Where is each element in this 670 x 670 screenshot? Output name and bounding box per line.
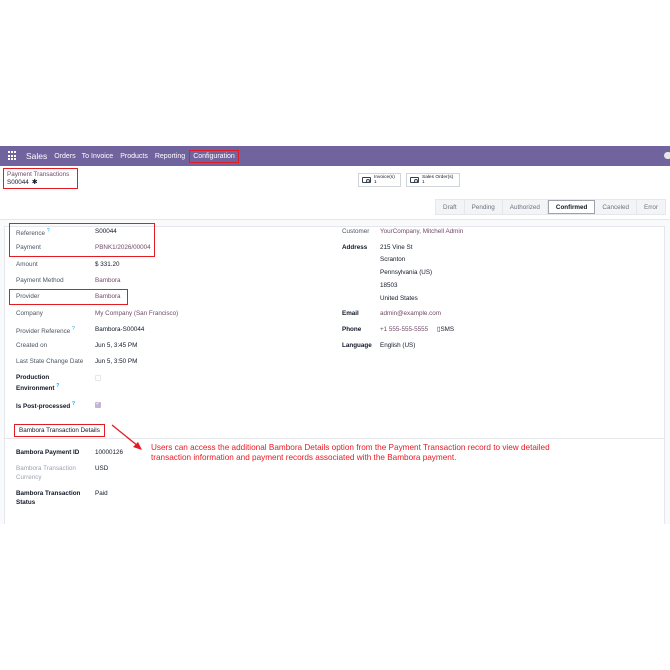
address-line-2: Scranton [380, 256, 406, 263]
invoices-count: 1 [374, 180, 377, 185]
record-name: S00044 [7, 179, 29, 186]
phone-link[interactable]: +1 555-555-5555 [380, 326, 428, 333]
language-value: English (US) [380, 342, 416, 349]
production-environment-checkbox[interactable] [95, 375, 101, 381]
bambora-payment-id-label: Bambora Payment ID [16, 449, 80, 456]
amount-label: Amount [16, 261, 38, 268]
stage-confirmed[interactable]: Confirmed [547, 200, 596, 214]
payment-method-label: Payment Method [16, 277, 64, 284]
address-label: Address [342, 244, 368, 251]
tab-bambora-transaction-details[interactable]: Bambora Transaction Details [14, 424, 105, 437]
reference-value: S00044 [95, 228, 117, 235]
provider-reference-label: Provider Reference ? [16, 326, 75, 336]
provider-label: Provider [16, 293, 40, 300]
main-navbar: Sales Orders To Invoice Products Reporti… [0, 146, 670, 166]
stage-canceled[interactable]: Canceled [595, 200, 637, 214]
company-link[interactable]: My Company (San Francisco) [95, 310, 178, 317]
amount-value: $ 331.20 [95, 261, 120, 268]
control-panel: Payment Transactions S00044 ✱ Invoice(s)… [0, 166, 670, 220]
address-line-5: United States [380, 295, 418, 302]
chat-icon[interactable] [664, 152, 670, 159]
menu-configuration[interactable]: Configuration [189, 149, 239, 163]
app-brand-sales[interactable]: Sales [26, 151, 47, 161]
bambora-currency-label: Bambora Transaction Currency [16, 465, 76, 481]
stage-draft[interactable]: Draft [436, 200, 465, 214]
help-tooltip-icon[interactable]: ? [56, 383, 59, 389]
form-sheet [4, 226, 665, 524]
is-post-processed-checkbox[interactable] [95, 400, 101, 408]
stage-authorized[interactable]: Authorized [502, 200, 548, 214]
provider-reference-value: Bambora-S00044 [95, 326, 145, 333]
email-link[interactable]: admin@example.com [380, 310, 441, 317]
invoices-smart-button[interactable]: Invoice(s) 1 [358, 173, 401, 187]
customer-label: Customer [342, 228, 370, 235]
address-line-1: 215 Vine St [380, 244, 413, 251]
provider-link[interactable]: Bambora [95, 293, 121, 300]
gear-icon[interactable]: ✱ [32, 179, 38, 186]
help-tooltip-icon[interactable]: ? [72, 326, 75, 332]
sales-orders-smart-button[interactable]: Sales Order(s) 1 [406, 173, 460, 187]
sales-orders-count: 1 [422, 180, 425, 185]
menu-products[interactable]: Products [120, 153, 148, 160]
breadcrumb: Payment Transactions S00044 ✱ [3, 168, 78, 189]
screenshot-area: Sales Orders To Invoice Products Reporti… [0, 146, 670, 524]
bambora-currency-value: USD [95, 465, 109, 472]
bambora-payment-id-value: 10000126 [95, 449, 124, 456]
address-line-3: Pennsylvania (US) [380, 269, 433, 276]
stage-pending[interactable]: Pending [464, 200, 503, 214]
money-icon [362, 177, 371, 183]
breadcrumb-payment-transactions[interactable]: Payment Transactions [7, 171, 74, 178]
menu-reporting[interactable]: Reporting [155, 153, 185, 160]
last-state-change-label: Last State Change Date [16, 358, 84, 365]
stage-error[interactable]: Error [637, 200, 665, 214]
sms-button[interactable]: ▯SMS [437, 326, 454, 333]
bambora-status-label: Bambora Transaction Status [16, 490, 81, 506]
breadcrumb-current-record: S00044 ✱ [7, 179, 74, 186]
address-line-4: 18503 [380, 282, 398, 289]
production-environment-label: Production Environment ? [16, 374, 60, 392]
menu-to-invoice[interactable]: To Invoice [82, 153, 114, 160]
help-tooltip-icon[interactable]: ? [72, 401, 75, 407]
annotation-text: Users can access the additional Bambora … [151, 443, 550, 462]
last-state-change-value: Jun 5, 3:50 PM [95, 358, 138, 365]
payment-label: Payment [16, 244, 41, 251]
language-label: Language [342, 342, 372, 349]
phone-label: Phone [342, 326, 362, 333]
menu-orders[interactable]: Orders [54, 153, 75, 160]
payment-link[interactable]: PBNK1/2026/00004 [95, 244, 151, 251]
help-tooltip-icon[interactable]: ? [47, 228, 50, 234]
bambora-status-value: Paid [95, 490, 108, 497]
status-bar: Draft Pending Authorized Confirmed Cance… [435, 199, 666, 215]
created-on-label: Created on [16, 342, 48, 349]
is-post-processed-label: Is Post-processed ? [16, 401, 76, 411]
money-icon [410, 177, 419, 183]
tab-divider [4, 438, 665, 439]
customer-link[interactable]: YourCompany, Mitchell Admin [380, 228, 463, 235]
payment-method-link[interactable]: Bambora [95, 277, 121, 284]
reference-label: Reference ? [16, 228, 50, 238]
email-label: Email [342, 310, 359, 317]
created-on-value: Jun 5, 3:45 PM [95, 342, 138, 349]
apps-menu-icon[interactable] [8, 151, 18, 161]
company-label: Company [16, 310, 43, 317]
